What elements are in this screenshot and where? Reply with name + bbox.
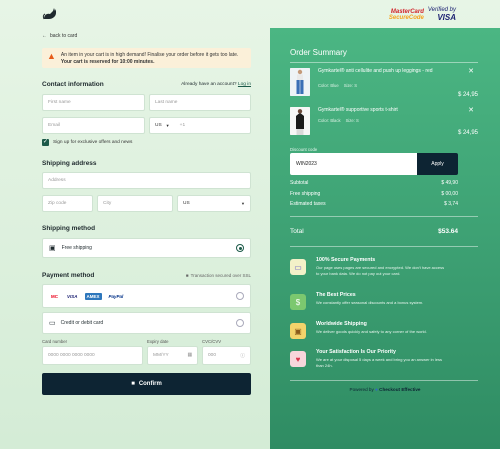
confirm-button[interactable]: ■ Confirm xyxy=(42,373,251,395)
card-option-label: Credit or debit card xyxy=(60,320,104,326)
first-name-input[interactable]: First name xyxy=(42,94,145,111)
discount-code-label: Discount code xyxy=(290,147,318,152)
apply-button[interactable]: Apply xyxy=(417,153,458,175)
cart-item: Gymkartel® anti cellulite and push up le… xyxy=(290,68,478,98)
leggings-thumbnail xyxy=(290,68,310,96)
item-meta: Color: Black Size: S xyxy=(318,118,359,123)
credit-card-icon: ▭ xyxy=(290,259,306,275)
mastercard-logo-icon: MC xyxy=(51,293,58,299)
shipping-option-label: Free shipping xyxy=(61,245,92,251)
tshirt-thumbnail xyxy=(290,107,310,135)
credit-card-icon: ▭ xyxy=(49,320,56,327)
address-input[interactable]: Address xyxy=(42,172,251,189)
order-summary-panel: Order Summary Gymkartel® anti cellulite … xyxy=(270,28,500,449)
mastercard-securecode-badge: MasterCard SecureCode xyxy=(388,9,424,21)
divider xyxy=(290,246,478,247)
calendar-icon: ▦ xyxy=(187,353,192,358)
remove-item-icon[interactable]: ✕ xyxy=(468,67,474,75)
shipping-address-title: Shipping address xyxy=(42,160,97,167)
cat-logo-icon[interactable] xyxy=(42,6,58,22)
heart-icon: ♥ xyxy=(290,351,306,367)
signup-checkbox-row[interactable]: ✓ Sign up for exclusive offers and news xyxy=(42,139,251,146)
cvc-label: CVC/CVV xyxy=(202,339,222,344)
email-input[interactable]: Email xyxy=(42,117,145,134)
card-number-label: Card number xyxy=(42,339,68,344)
taxes-row: Estimated taxes $ 3,74 xyxy=(290,201,458,207)
radio-selected[interactable] xyxy=(236,244,244,252)
card-payment-option[interactable]: ▭ Credit or debit card xyxy=(42,312,251,334)
item-meta: Color: Blue Size: S xyxy=(318,83,357,88)
last-name-input[interactable]: Last name xyxy=(149,94,251,111)
divider xyxy=(290,380,478,381)
radio-unselected[interactable] xyxy=(236,319,244,327)
cvc-input[interactable]: 000 ⓘ xyxy=(202,346,251,365)
order-summary-title: Order Summary xyxy=(290,48,347,57)
phone-prefix: +1 xyxy=(179,123,186,128)
price-tag-icon: $ xyxy=(290,294,306,310)
free-shipping-option[interactable]: ▣ Free shipping xyxy=(42,238,251,258)
feature-secure-payments: ▭ 100% Secure Payments Our page uses pag… xyxy=(290,257,470,287)
security-badges: MasterCard SecureCode Verified by VISA xyxy=(389,7,456,23)
total-row: Total $53.64 xyxy=(290,228,458,235)
chevron-down-icon: ▼ xyxy=(165,123,170,128)
cart-item: Gymkartel® supportive sports t-shirt Col… xyxy=(290,107,478,139)
city-input[interactable]: City xyxy=(97,195,173,212)
card-number-input[interactable]: 0000 0000 0000 0000 xyxy=(42,346,143,365)
checkbox-checked[interactable]: ✓ xyxy=(42,139,49,146)
feature-best-prices: $ The Best Prices We constantly offer se… xyxy=(290,292,470,314)
back-to-card-link[interactable]: ← back to card xyxy=(42,30,251,42)
wallet-payment-option[interactable]: MC VISA AMEX PayPal xyxy=(42,284,251,308)
alert-text: An item in your cart is in high demand! … xyxy=(60,52,239,65)
lock-icon: ■ xyxy=(185,272,189,278)
amex-logo-icon: AMEX xyxy=(84,292,102,300)
checkout-form: ← back to card ▲ An item in your cart is… xyxy=(42,30,251,395)
checkout-effective-logo-icon: ● xyxy=(375,387,378,392)
radio-unselected[interactable] xyxy=(236,292,244,300)
item-name: Gymkartel® supportive sports t-shirt xyxy=(318,107,398,113)
expiry-input[interactable]: MM/YY ▦ xyxy=(147,346,198,365)
remove-item-icon[interactable]: ✕ xyxy=(468,106,474,114)
login-link[interactable]: Log in xyxy=(238,82,251,87)
signup-label: Sign up for exclusive offers and news xyxy=(53,140,133,145)
ssl-note: ■ Transaction secured over SSL xyxy=(185,272,251,278)
feature-worldwide-shipping: ▣ Worldwide Shipping We deliver goods qu… xyxy=(290,321,470,343)
item-name: Gymkartel® anti cellulite and push up le… xyxy=(318,68,433,74)
expiry-label: Expiry date xyxy=(147,339,169,344)
shipping-method-title: Shipping method xyxy=(42,225,96,232)
discount-code-input[interactable]: WIN2023 xyxy=(290,153,417,175)
top-header: MasterCard SecureCode Verified by VISA xyxy=(0,0,500,28)
boxes-icon: ▣ xyxy=(290,323,306,339)
subtotal-row: Subtotal $ 49,90 xyxy=(290,180,458,186)
demand-alert: ▲ An item in your cart is in high demand… xyxy=(42,48,251,68)
country-code-select[interactable]: US xyxy=(155,123,162,128)
verified-by-visa-badge: Verified by VISA xyxy=(427,7,456,22)
lock-icon: ■ xyxy=(131,381,135,387)
feature-satisfaction: ♥ Your Satisfaction Is Our Priority We a… xyxy=(290,349,470,379)
paypal-logo-icon: PayPal xyxy=(108,293,124,299)
zip-code-input[interactable]: Zip code xyxy=(42,195,93,212)
shipping-row: Free shipping $ 00,00 xyxy=(290,191,458,197)
arrow-left-icon: ← xyxy=(42,33,47,39)
payment-method-title: Payment method xyxy=(42,271,95,279)
phone-input[interactable]: US ▼ +1 xyxy=(149,117,251,134)
visa-logo-icon: VISA xyxy=(67,293,78,299)
powered-by: Powered by ● Checkout Effective xyxy=(349,387,421,392)
chevron-down-icon: ▼ xyxy=(241,201,245,206)
country-select[interactable]: US ▼ xyxy=(177,195,251,212)
package-icon: ▣ xyxy=(49,245,56,252)
login-prompt: Already have an account? Log in xyxy=(181,81,251,87)
divider xyxy=(290,216,478,217)
back-label: back to card xyxy=(50,33,78,39)
item-price: $ 24,95 xyxy=(457,92,478,98)
contact-title: Contact information xyxy=(42,80,104,88)
info-icon: ⓘ xyxy=(240,354,245,359)
item-price: $ 24,95 xyxy=(457,130,478,136)
fire-icon: ▲ xyxy=(47,51,56,61)
divider xyxy=(290,62,478,63)
